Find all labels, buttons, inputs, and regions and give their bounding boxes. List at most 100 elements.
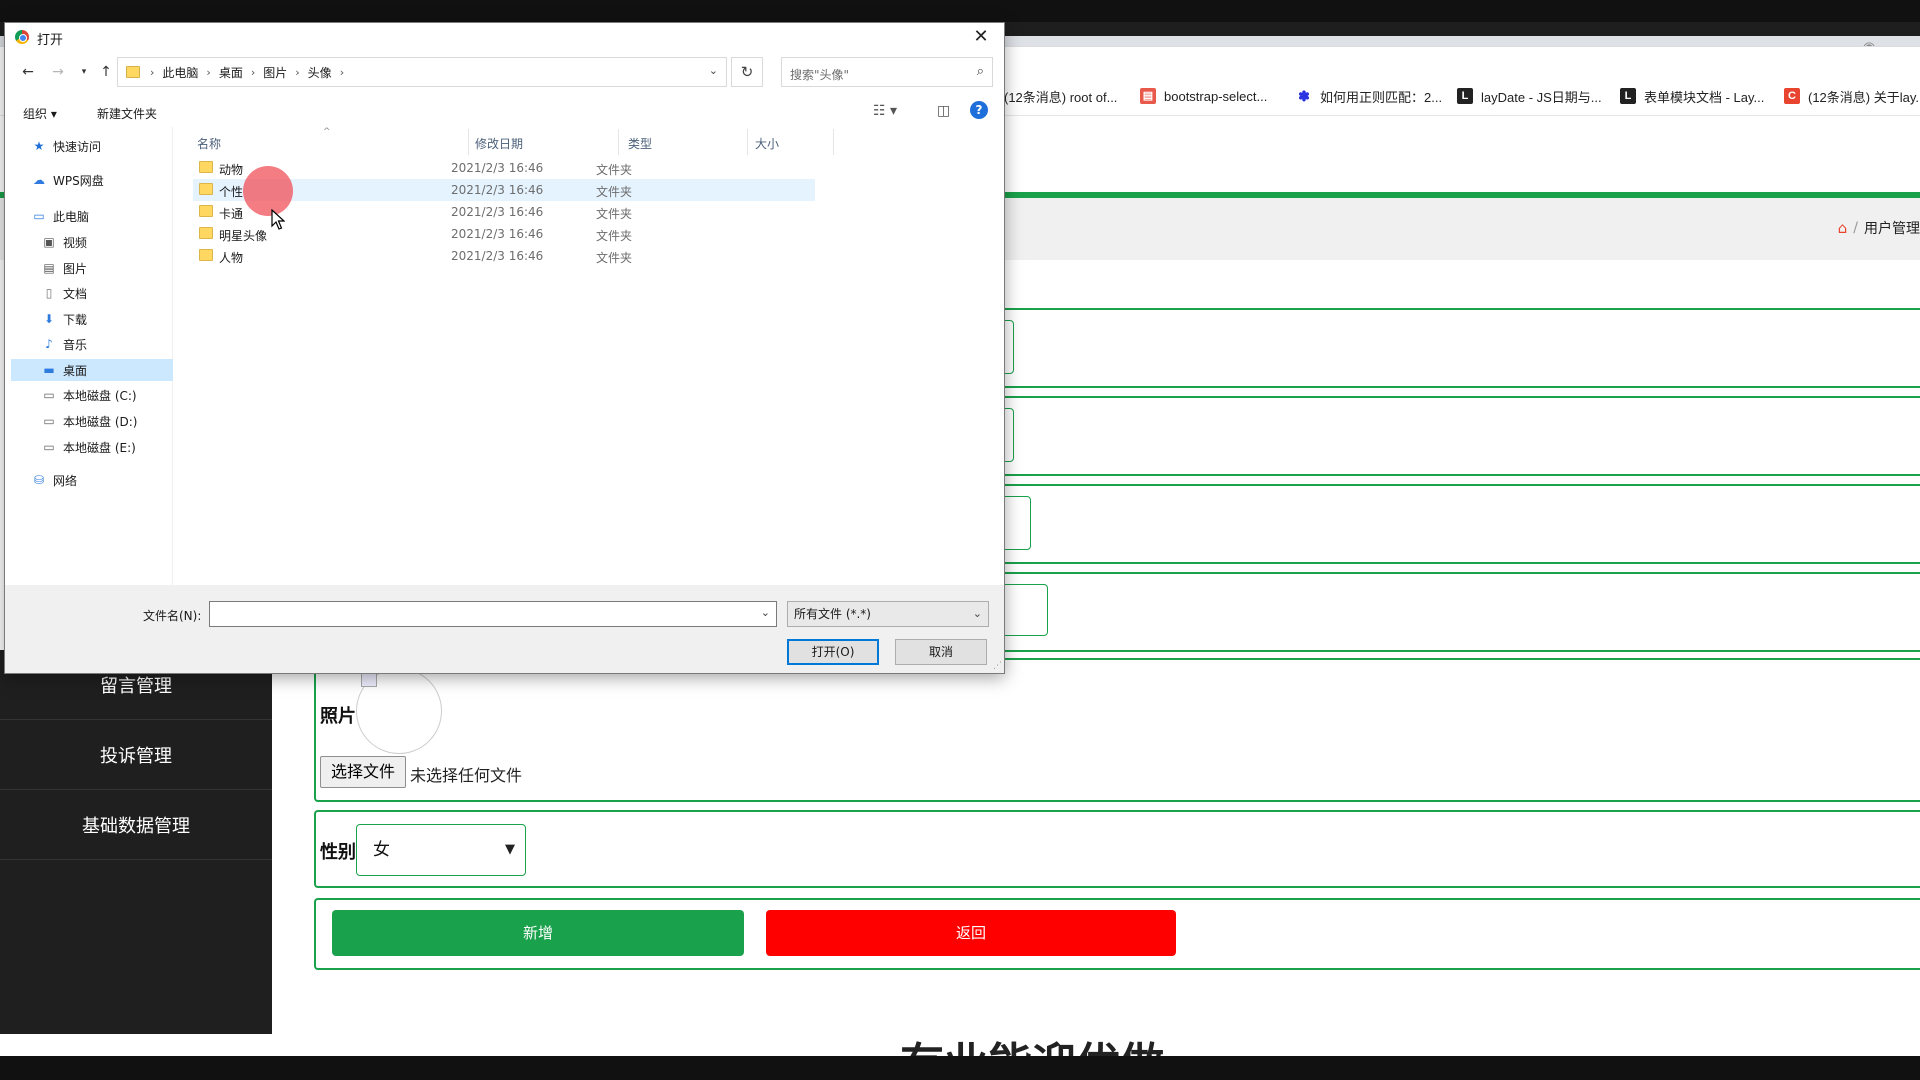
breadcrumb-current[interactable]: 用户管理 (1864, 218, 1920, 238)
nav-item-drive-e[interactable]: ▭ 本地磁盘 (E:) (41, 436, 135, 458)
chevron-down-icon: ⌄ (972, 607, 982, 620)
folder-icon (126, 66, 140, 78)
chevron-right-icon[interactable]: › (251, 66, 255, 79)
recent-locations-icon[interactable]: ▾ (75, 63, 93, 81)
column-header-size[interactable]: 大小 (755, 135, 779, 152)
nav-item-pictures[interactable]: ▤ 图片 (41, 257, 87, 279)
video-icon: ▣ (43, 235, 55, 249)
chevron-down-icon[interactable]: ⌄ (709, 64, 718, 77)
sidebar-item-basic-data[interactable]: 基础数据管理 (0, 790, 272, 860)
nav-item-drive-d[interactable]: ▭ 本地磁盘 (D:) (41, 410, 137, 432)
search-placeholder: 搜索"头像" (790, 68, 850, 82)
computer-icon: ▭ (33, 209, 45, 223)
organize-menu[interactable]: 组织 ▾ (23, 105, 57, 122)
nav-item-drive-c[interactable]: ▭ 本地磁盘 (C:) (41, 384, 136, 406)
gender-select[interactable]: 女 ▼ (356, 824, 526, 876)
file-row[interactable]: 人物 2021/2/3 16:46 文件夹 (193, 245, 815, 267)
bookmark-item[interactable]: ✽ 如何用正则匹配：2... (1296, 86, 1442, 106)
column-header-name[interactable]: 名称 (197, 135, 221, 152)
file-date: 2021/2/3 16:46 (451, 227, 544, 241)
mouse-cursor-icon (271, 209, 285, 230)
folder-icon (199, 161, 213, 173)
column-divider[interactable] (468, 129, 469, 155)
drive-icon: ▭ (43, 414, 55, 428)
file-type: 文件夹 (596, 185, 633, 199)
new-folder-button[interactable]: 新建文件夹 (97, 105, 157, 122)
gender-select-value: 女 (373, 840, 390, 860)
layui-icon: L (1620, 88, 1636, 104)
file-type: 文件夹 (596, 251, 633, 265)
nav-item-wps-cloud[interactable]: ☁ WPS网盘 (31, 169, 104, 191)
chrome-icon (15, 30, 29, 44)
up-arrow-icon[interactable]: ↑ (97, 63, 115, 81)
bookmark-item[interactable]: ▤ bootstrap-select... (1140, 86, 1267, 106)
sidebar-item-complaints[interactable]: 投诉管理 (0, 720, 272, 790)
drive-icon: ▭ (43, 440, 55, 454)
nav-item-network[interactable]: ⛁ 网络 (31, 469, 77, 491)
cancel-button[interactable]: 取消 (895, 639, 987, 665)
chevron-right-icon[interactable]: › (340, 66, 344, 79)
file-status-text: 未选择任何文件 (410, 766, 523, 785)
chevron-right-icon[interactable]: › (295, 66, 299, 79)
open-button[interactable]: 打开(O) (787, 639, 879, 665)
bootstrap-icon: ▤ (1140, 88, 1156, 104)
home-icon[interactable]: ⌂ (1838, 219, 1848, 237)
add-button[interactable]: 新增 (332, 910, 744, 956)
back-button[interactable]: 返回 (766, 910, 1176, 956)
music-icon: ♪ (45, 337, 53, 351)
folder-icon (199, 183, 213, 195)
preview-pane-icon[interactable]: ◫ (937, 103, 950, 119)
path-segment[interactable]: 此电脑 (162, 64, 198, 81)
path-bar[interactable]: › 此电脑 › 桌面 › 图片 › 头像 › ⌄ (117, 57, 727, 87)
bookmark-item[interactable]: C (12条消息) 关于lay... (1784, 86, 1920, 106)
click-indicator (243, 166, 293, 216)
nav-item-desktop[interactable]: ▬ 桌面 (11, 359, 173, 381)
nav-item-this-pc[interactable]: ▭ 此电脑 (31, 205, 89, 227)
chevron-down-icon[interactable]: ⌄ (761, 606, 770, 619)
column-header-type[interactable]: 类型 (628, 135, 652, 152)
chevron-right-icon[interactable]: › (150, 66, 154, 79)
baidu-paw-icon: ✽ (1296, 88, 1312, 104)
filetype-value: 所有文件 (*.*) (794, 607, 871, 621)
filename-input[interactable]: ⌄ (209, 601, 777, 627)
document-icon: ▯ (45, 286, 53, 300)
chevron-right-icon[interactable]: › (206, 66, 210, 79)
nav-item-music[interactable]: ♪ 音乐 (41, 333, 87, 355)
column-header-date[interactable]: 修改日期 (475, 135, 523, 152)
bookmark-item[interactable]: L 表单模块文档 - Lay... (1620, 86, 1764, 106)
filetype-select[interactable]: 所有文件 (*.*) ⌄ (787, 601, 989, 627)
file-name: 人物 (219, 251, 244, 265)
nav-item-downloads[interactable]: ⬇ 下载 (41, 308, 87, 330)
bookmark-item[interactable]: LlayDate - JS日期与... (1457, 86, 1602, 106)
close-button[interactable]: ✕ (958, 23, 1004, 51)
file-name: 明星头像 (219, 229, 268, 243)
choose-file-button[interactable]: 选择文件 (320, 756, 406, 788)
breadcrumb-separator: / (1853, 220, 1858, 236)
avatar-preview (356, 668, 442, 754)
refresh-icon[interactable]: ↻ (731, 57, 763, 87)
file-date: 2021/2/3 16:46 (451, 161, 544, 175)
column-divider[interactable] (618, 129, 619, 155)
nav-item-videos[interactable]: ▣ 视频 (41, 231, 87, 253)
csdn-icon: C (1784, 88, 1800, 104)
search-input[interactable]: 搜索"头像" ⌕ (781, 57, 993, 87)
view-options-icon[interactable]: ☷ ▾ (873, 103, 897, 119)
help-icon[interactable]: ? (970, 101, 988, 119)
dialog-footer: 文件名(N): ⌄ 所有文件 (*.*) ⌄ 打开(O) 取消 ⋰ (5, 585, 1004, 673)
column-divider[interactable] (833, 129, 834, 155)
nav-item-documents[interactable]: ▯ 文档 (41, 282, 87, 304)
path-segment[interactable]: 桌面 (219, 64, 243, 81)
resize-grip-icon[interactable]: ⋰ (993, 661, 1002, 671)
back-arrow-icon[interactable]: ← (19, 63, 37, 81)
search-icon: ⌕ (976, 64, 984, 79)
chevron-down-icon: ▼ (505, 842, 515, 857)
nav-item-quick-access[interactable]: ★ 快速访问 (31, 135, 101, 157)
forward-arrow-icon[interactable]: → (49, 63, 67, 81)
path-segment[interactable]: 头像 (308, 64, 332, 81)
column-divider[interactable] (747, 129, 748, 155)
file-row[interactable]: 明星头像 2021/2/3 16:46 文件夹 (193, 223, 815, 245)
drive-icon: ▭ (43, 388, 55, 402)
path-segment[interactable]: 图片 (263, 64, 287, 81)
bookmark-item[interactable]: (12条消息) root of... (1004, 86, 1117, 106)
filename-label: 文件名(N): (143, 609, 202, 623)
